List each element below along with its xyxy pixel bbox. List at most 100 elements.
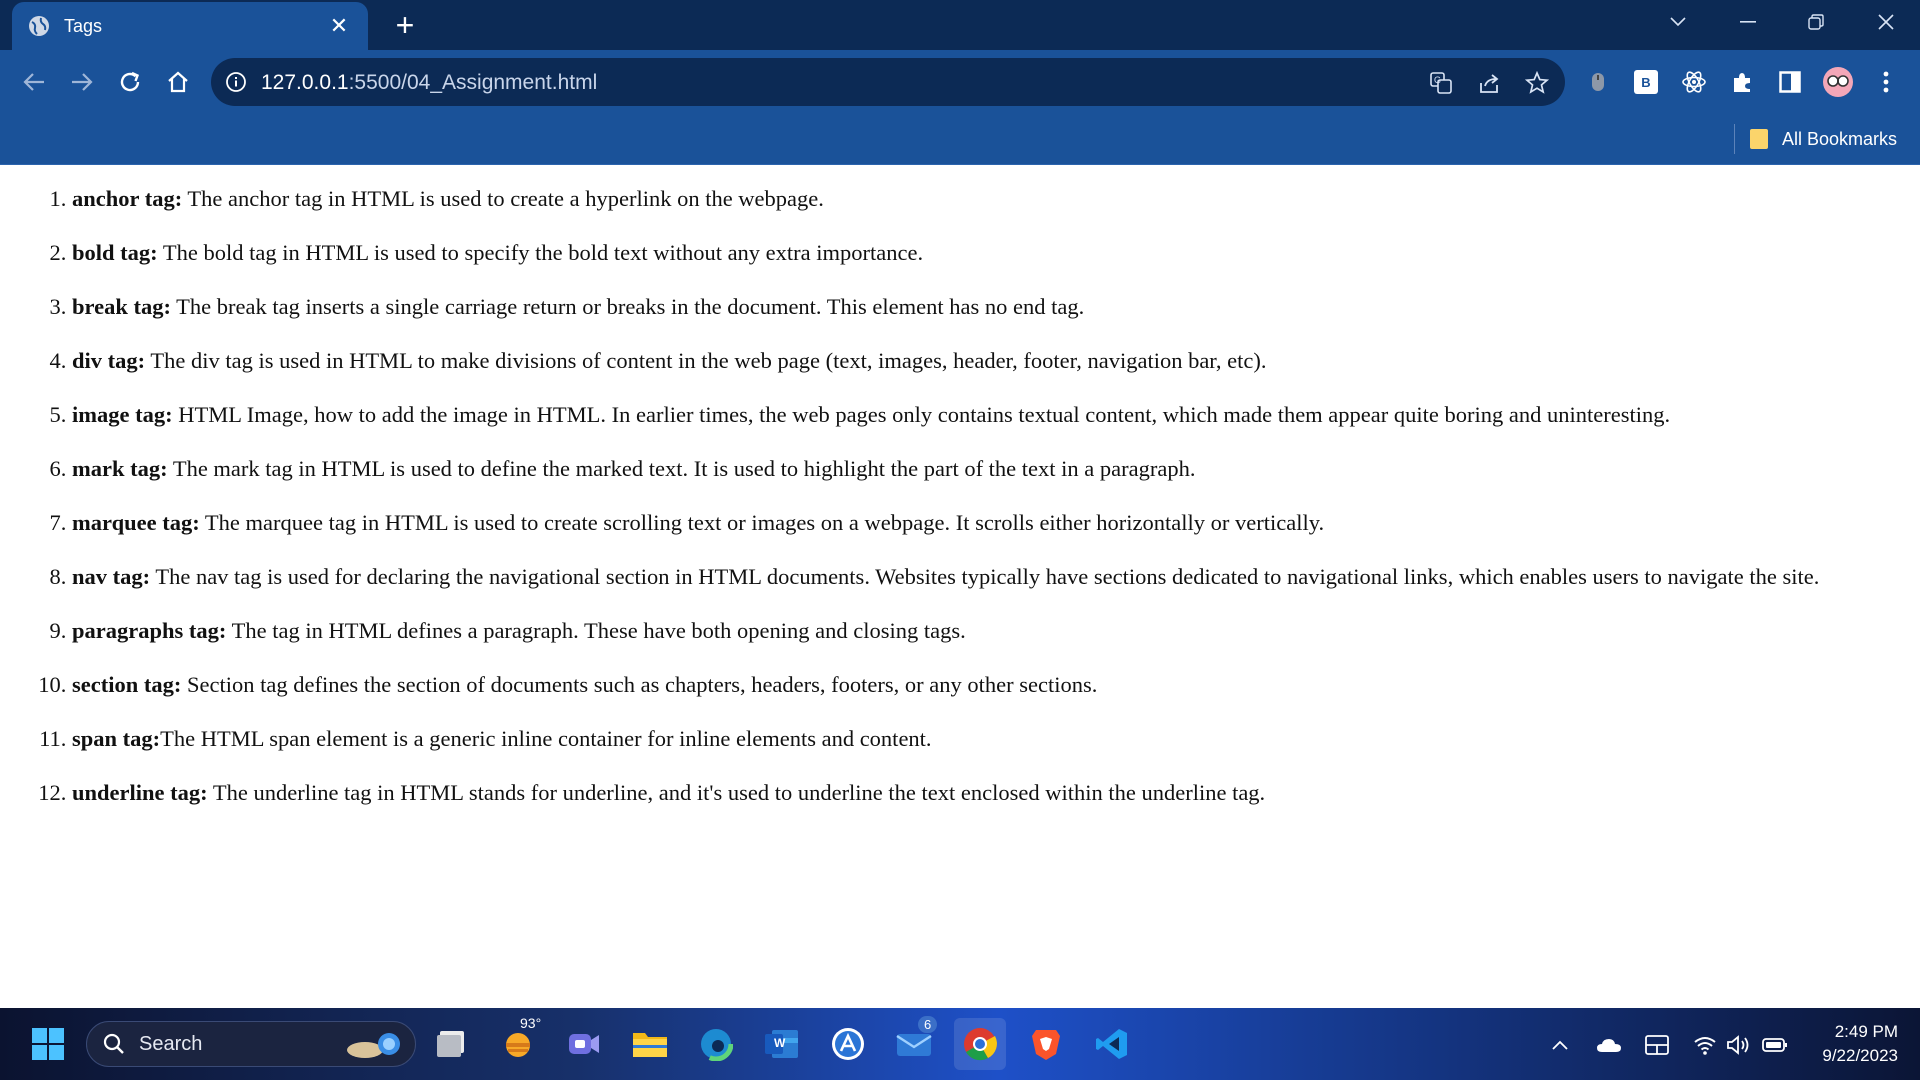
tab-search-icon[interactable] [1650,0,1706,44]
home-icon[interactable] [158,62,198,102]
description: HTML Image, how to add the image in HTML… [172,402,1671,427]
clock-time: 2:49 PM [1834,1022,1898,1041]
translate-icon[interactable]: G [1427,69,1455,97]
onedrive-icon[interactable] [1594,1030,1624,1060]
brave-icon[interactable] [1020,1018,1072,1070]
edge-icon[interactable] [690,1018,742,1070]
search-icon [103,1033,124,1054]
list-item: span tag:The HTML span element is a gene… [72,725,1902,752]
page-content: anchor tag: The anchor tag in HTML is us… [0,165,1920,1008]
share-icon[interactable] [1475,69,1503,97]
globe-icon [28,15,50,37]
url-host: 127.0.0.1 [261,71,349,94]
folder-icon [1750,129,1768,149]
list-item: nav tag: The nav tag is used for declari… [72,563,1902,590]
back-icon[interactable] [14,62,54,102]
svg-text:G: G [1434,75,1441,85]
teams-meet-icon[interactable] [558,1018,610,1070]
description: Section tag defines the section of docum… [181,672,1098,697]
term: span tag: [72,726,161,751]
description: The marquee tag in HTML is used to creat… [199,510,1325,535]
term: break tag: [72,294,171,319]
term: anchor tag: [72,186,183,211]
vscode-icon[interactable] [1086,1018,1138,1070]
description: The break tag inserts a single carriage … [170,294,1085,319]
description: The mark tag in HTML is used to define t… [167,456,1196,481]
battery-icon[interactable] [1760,1030,1790,1060]
all-bookmarks-label: All Bookmarks [1782,128,1898,149]
weather-temp: 93° [520,1015,542,1031]
taskbar: Search 93° W 6 2:49 PM 9/22/2023 [0,1008,1920,1080]
sidepanel-icon[interactable] [1772,62,1808,102]
term: paragraphs tag: [72,618,227,643]
taskbar-search[interactable]: Search [86,1021,416,1067]
display-icon[interactable] [1642,1030,1672,1060]
term: marquee tag: [72,510,200,535]
minimize-icon[interactable] [1720,0,1776,44]
puzzle-extensions-icon[interactable] [1724,62,1760,102]
term: underline tag: [72,780,208,805]
b-extension-letter: B [1634,70,1658,94]
new-tab-button[interactable]: + [388,8,422,42]
url-text[interactable]: 127.0.0.1:5500/04_Assignment.html [261,71,597,95]
tab-strip: Tags ✕ + [0,0,1920,50]
description: The bold tag in HTML is used to specify … [157,240,924,265]
term: bold tag: [72,240,158,265]
url-path: :5500/04_Assignment.html [348,71,598,94]
clock-date: 9/22/2023 [1822,1046,1898,1065]
bookmarks-bar: All Bookmarks [0,114,1920,165]
term: mark tag: [72,456,168,481]
app-store-icon[interactable] [822,1018,874,1070]
clock[interactable]: 2:49 PM 9/22/2023 [1822,1020,1898,1068]
react-devtools-icon[interactable] [1676,62,1712,102]
description: The anchor tag in HTML is used to create… [182,186,824,211]
list-item: image tag: HTML Image, how to add the im… [72,401,1902,428]
mail-icon[interactable]: 6 [888,1016,940,1070]
list-item: div tag: The div tag is used in HTML to … [72,347,1902,374]
description: The HTML span element is a generic inlin… [160,726,932,751]
b-extension-icon[interactable]: B [1628,62,1664,102]
term: nav tag: [72,564,151,589]
list-item: section tag: Section tag defines the sec… [72,671,1902,698]
site-info-icon[interactable] [225,71,247,93]
list-item: bold tag: The bold tag in HTML is used t… [72,239,1902,266]
kebab-menu-icon[interactable] [1868,62,1904,102]
description: The underline tag in HTML stands for und… [207,780,1266,805]
address-bar[interactable]: 127.0.0.1:5500/04_Assignment.html G [211,58,1565,106]
file-explorer-icon[interactable] [624,1018,676,1070]
chevron-up-icon[interactable] [1545,1030,1575,1060]
reload-icon[interactable] [110,62,150,102]
term: image tag: [72,402,173,427]
restore-icon[interactable] [1788,0,1844,44]
start-icon[interactable] [22,1018,74,1070]
tag-list: anchor tag: The anchor tag in HTML is us… [0,185,1902,833]
tab-title: Tags [64,15,103,36]
list-item: paragraphs tag: The tag in HTML defines … [72,617,1902,644]
wifi-icon[interactable] [1690,1030,1720,1060]
forward-icon[interactable] [62,62,102,102]
volume-icon[interactable] [1724,1030,1754,1060]
description: The nav tag is used for declaring the na… [150,564,1820,589]
term: div tag: [72,348,146,373]
term: section tag: [72,672,182,697]
word-icon[interactable]: W [756,1018,808,1070]
list-item: break tag: The break tag inserts a singl… [72,293,1902,320]
description: The div tag is used in HTML to make divi… [145,348,1267,373]
weather-icon[interactable]: 93° [492,1015,544,1070]
word-letter: W [774,1036,786,1050]
chrome-icon[interactable] [954,1018,1006,1070]
bookmark-star-icon[interactable] [1523,69,1551,97]
tab-tags[interactable]: Tags ✕ [12,2,368,50]
search-label: Search [139,1032,203,1055]
all-bookmarks-button[interactable]: All Bookmarks [1750,122,1897,156]
description: The tag in HTML defines a paragraph. The… [226,618,966,643]
mail-badge: 6 [918,1016,938,1033]
list-item: underline tag: The underline tag in HTML… [72,779,1902,806]
mouse-extension-icon[interactable] [1580,62,1616,102]
bookmarks-divider [1734,124,1735,154]
tab-close-icon[interactable]: ✕ [326,13,352,39]
close-window-icon[interactable] [1858,0,1914,44]
list-item: anchor tag: The anchor tag in HTML is us… [72,185,1902,212]
profile-avatar[interactable] [1820,62,1856,102]
widgets-icon[interactable] [426,1018,478,1070]
